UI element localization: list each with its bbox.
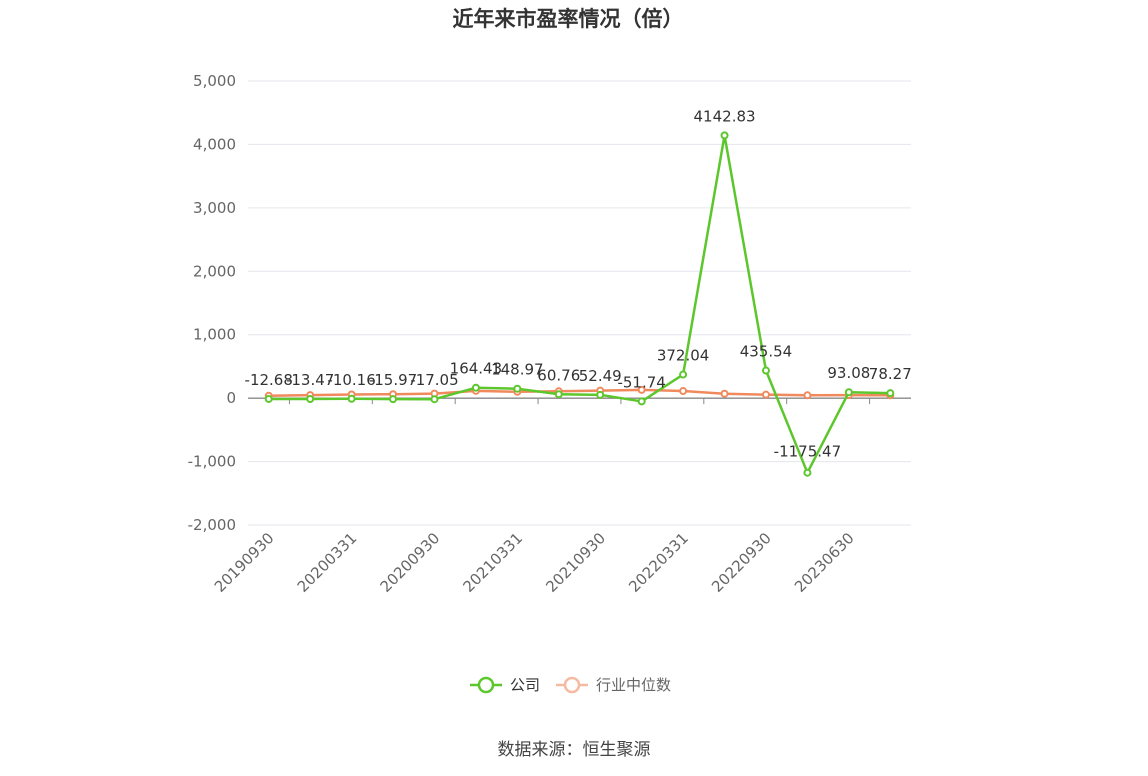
- data-label: 148.97: [491, 361, 544, 379]
- data-point-company[interactable]: [844, 388, 853, 397]
- data-point-industry-median[interactable]: [679, 387, 688, 396]
- x-tick-label: 20200930: [377, 529, 444, 596]
- data-source-note: 数据来源：恒生聚源: [498, 740, 651, 760]
- data-point-company[interactable]: [347, 394, 356, 403]
- series-line-company: [268, 134, 891, 474]
- data-point-company[interactable]: [389, 395, 398, 404]
- data-label: -1175.47: [774, 443, 841, 461]
- x-tick-label: 20220930: [708, 529, 775, 596]
- data-point-company[interactable]: [471, 383, 480, 392]
- data-label: -51.74: [617, 373, 665, 391]
- x-tick-label: 20220331: [625, 529, 692, 596]
- data-point-company[interactable]: [720, 131, 729, 140]
- data-point-company[interactable]: [554, 390, 563, 399]
- pe-ratio-chart: 近年来市盈率情况（倍） 5,000 4,000 3,000 2,000 1,000 0 -1…: [188, 7, 912, 760]
- legend-label: 公司: [510, 676, 540, 694]
- data-point-company[interactable]: [761, 366, 770, 375]
- data-point-industry-median[interactable]: [761, 390, 770, 399]
- data-point-company[interactable]: [306, 394, 315, 403]
- data-point-company[interactable]: [679, 370, 688, 379]
- data-label: 435.54: [740, 343, 793, 361]
- legend-swatch-marker: [563, 676, 581, 694]
- chart-title: 近年来市盈率情况（倍）: [453, 7, 684, 31]
- data-point-company[interactable]: [637, 397, 646, 406]
- data-label: 93.08: [827, 364, 870, 382]
- data-labels: -12.68-13.47-10.16-15.97-17.05164.43148.…: [245, 107, 912, 460]
- data-point-company[interactable]: [430, 395, 439, 404]
- x-tick-label: 20210930: [542, 529, 609, 596]
- y-tick-label: 0: [226, 389, 236, 407]
- data-point-company[interactable]: [264, 394, 273, 403]
- x-tick-label: 20190930: [211, 529, 278, 596]
- x-tick-label: 20230630: [791, 529, 858, 596]
- legend-item-industry-median[interactable]: 行业中位数: [556, 676, 671, 694]
- y-axis: 5,000 4,000 3,000 2,000 1,000 0 -1,000 -2,000: [188, 72, 236, 534]
- legend[interactable]: 公司 行业中位数: [470, 676, 671, 694]
- legend-label: 行业中位数: [596, 676, 671, 694]
- y-tick-label: -2,000: [188, 516, 236, 534]
- data-point-company[interactable]: [886, 389, 895, 398]
- data-label: 78.27: [869, 365, 912, 383]
- legend-item-company[interactable]: 公司: [470, 676, 540, 694]
- y-tick-label: 3,000: [193, 199, 236, 217]
- x-axis: 20190930 20200331 20200930 20210331 20210930…: [211, 398, 871, 596]
- data-point-company[interactable]: [596, 390, 605, 399]
- y-tick-label: 5,000: [193, 72, 236, 90]
- y-tick-label: 4,000: [193, 135, 236, 153]
- y-tick-label: -1,000: [188, 453, 236, 471]
- y-tick-label: 1,000: [193, 326, 236, 344]
- data-point-company[interactable]: [513, 384, 522, 393]
- data-point-company[interactable]: [803, 468, 812, 477]
- data-label: 372.04: [657, 347, 710, 365]
- x-tick-label: 20200331: [294, 529, 361, 596]
- series-layer: [264, 131, 895, 477]
- data-label: 4142.83: [694, 107, 756, 125]
- data-label: 60.76: [537, 366, 580, 384]
- data-point-industry-median[interactable]: [803, 391, 812, 400]
- data-point-industry-median[interactable]: [720, 389, 729, 398]
- y-tick-label: 2,000: [193, 262, 236, 280]
- data-label: 52.49: [579, 367, 622, 385]
- x-tick-label: 20210331: [459, 529, 526, 596]
- legend-swatch-marker: [477, 676, 495, 694]
